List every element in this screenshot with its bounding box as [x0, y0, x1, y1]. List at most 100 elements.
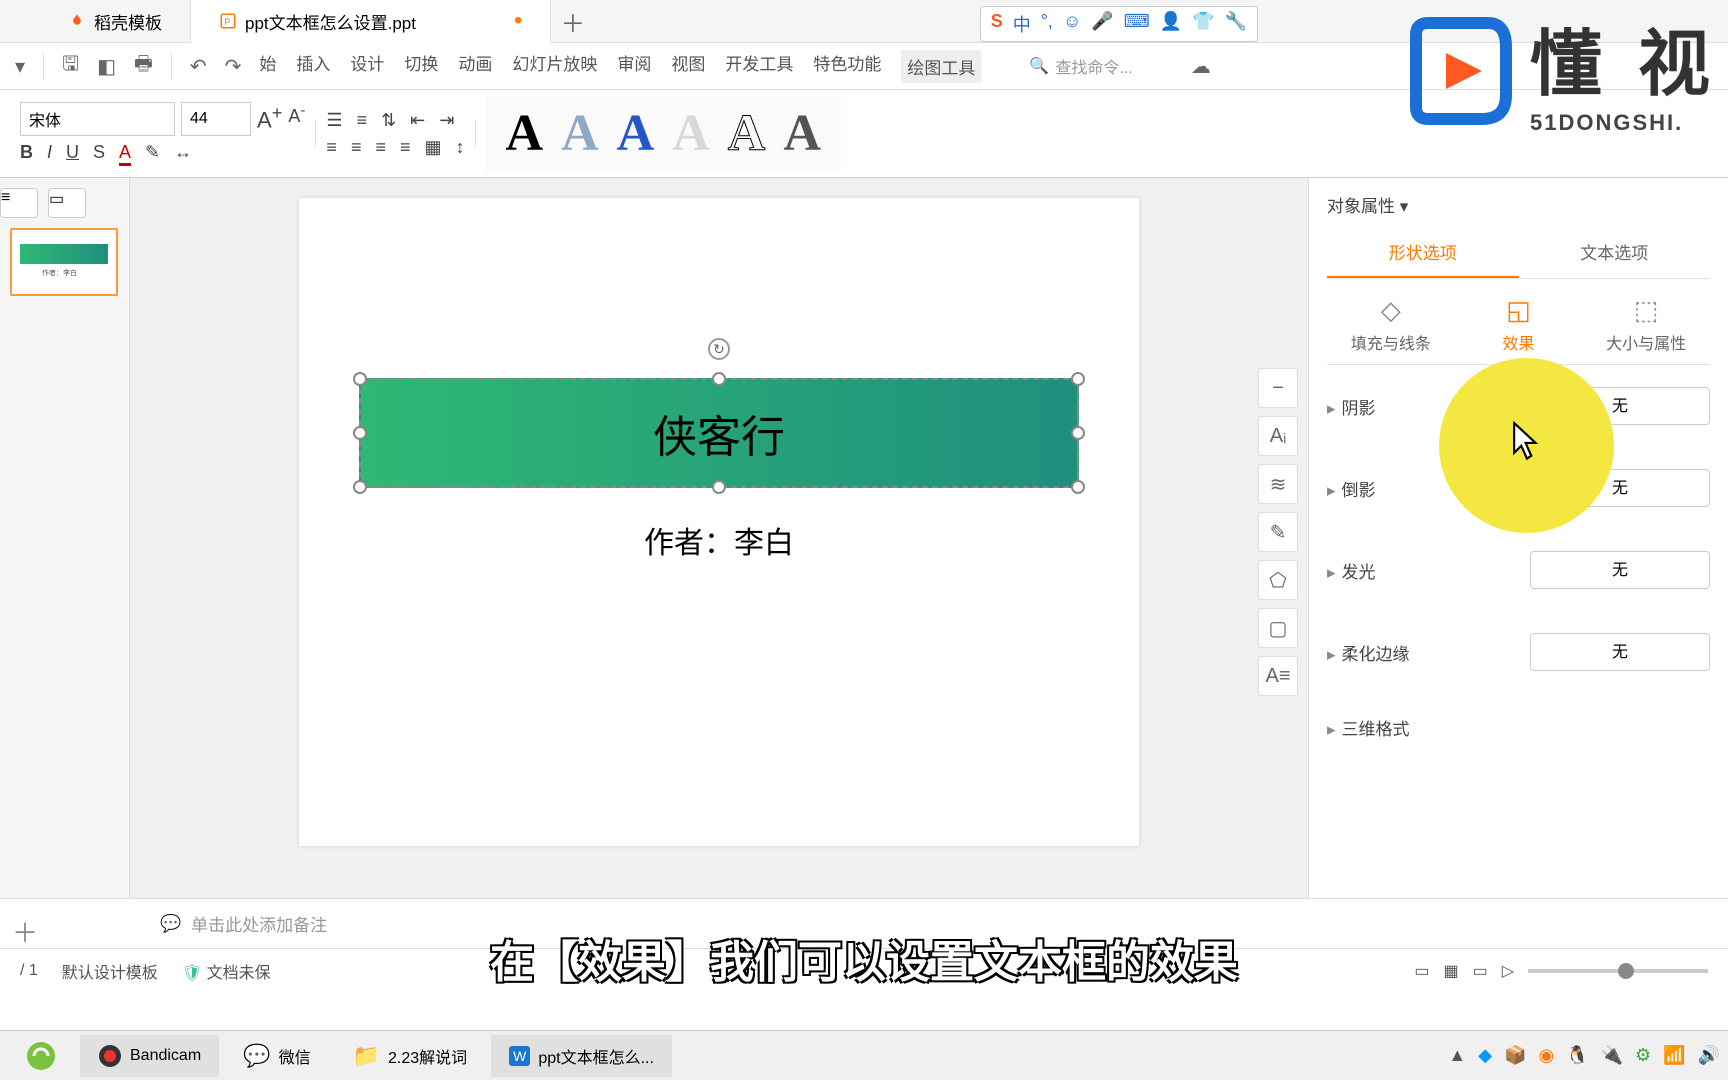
wordart-style-1[interactable]: A — [506, 104, 544, 163]
tray-up-icon[interactable]: ▲ — [1448, 1045, 1466, 1066]
wordart-style-5[interactable]: A — [728, 104, 766, 163]
eyedropper-button[interactable]: ✎ — [1258, 512, 1298, 552]
outline-view-button[interactable]: ≡ — [0, 188, 38, 218]
print-preview-icon[interactable]: ◧ — [97, 54, 116, 79]
menu-draw[interactable]: 绘图工具 — [901, 50, 981, 83]
resize-handle[interactable] — [353, 426, 367, 440]
ime-tool-icon[interactable]: 🔧 — [1225, 11, 1247, 37]
resize-handle[interactable] — [712, 480, 726, 494]
wordart-style-4[interactable]: A — [672, 104, 710, 163]
font-name-select[interactable] — [20, 102, 175, 136]
subtab-effect[interactable]: ◱效果 — [1455, 295, 1583, 354]
align-left-icon[interactable]: ≡ — [326, 137, 337, 158]
caret-icon[interactable]: ▸ — [1327, 645, 1336, 664]
wordart-style-2[interactable]: A — [561, 104, 599, 163]
zoom-out-button[interactable]: − — [1258, 368, 1298, 408]
align-right-icon[interactable]: ≡ — [375, 137, 386, 158]
columns-icon[interactable]: ▦ — [424, 137, 441, 158]
menu-dev[interactable]: 开发工具 — [725, 50, 793, 83]
caret-icon[interactable]: ▸ — [1327, 481, 1336, 500]
indent-right-icon[interactable]: ⇥ — [439, 110, 454, 131]
ime-keyboard-icon[interactable]: ⌨ — [1124, 11, 1150, 37]
wordart-style-6[interactable]: A — [783, 104, 821, 163]
subtab-size[interactable]: ⬚大小与属性 — [1582, 295, 1710, 354]
rotate-handle[interactable]: ↻ — [708, 338, 730, 360]
wordart-gallery[interactable]: A A A A A A — [486, 96, 841, 172]
tray-settings-icon[interactable]: ⚙ — [1635, 1045, 1651, 1066]
bullets-icon[interactable]: ☰ — [326, 110, 342, 131]
decrease-font-icon[interactable]: A- — [288, 102, 305, 136]
shape-button[interactable]: ⬠ — [1258, 560, 1298, 600]
ime-toolbar[interactable]: S 中 °, ☺ 🎤 ⌨ 👤 👕 🔧 — [980, 6, 1258, 42]
tray-app2-icon[interactable]: ◉ — [1538, 1045, 1554, 1066]
task-bandicam[interactable]: Bandicam — [80, 1035, 219, 1077]
resize-handle[interactable] — [353, 480, 367, 494]
layers-button[interactable]: ≋ — [1258, 464, 1298, 504]
slide-thumb-1[interactable]: 作者：李白 — [10, 228, 118, 296]
command-search[interactable]: 🔍 查找命令... — [1029, 54, 1132, 78]
tab-document[interactable]: P ppt文本框怎么设置.ppt • — [191, 0, 551, 43]
text-style-button[interactable]: A≡ — [1258, 656, 1298, 696]
spacing-button[interactable]: ↔ — [174, 142, 192, 166]
ime-skin-icon[interactable]: 👕 — [1192, 11, 1214, 37]
shadow-select[interactable]: 无 — [1530, 387, 1710, 425]
font-size-select[interactable] — [181, 102, 251, 136]
italic-button[interactable]: I — [47, 142, 52, 166]
highlight-button[interactable]: ✎ — [145, 142, 160, 166]
strike-button[interactable]: S — [93, 142, 105, 166]
ime-emoji-icon[interactable]: ☺ — [1063, 11, 1081, 37]
numbering-icon[interactable]: ≡ — [357, 110, 368, 131]
text-direction-icon[interactable]: ↕ — [456, 137, 465, 158]
tray-power-icon[interactable]: 🔌 — [1601, 1045, 1623, 1066]
ime-user-icon[interactable]: 👤 — [1160, 11, 1182, 37]
subtab-fill[interactable]: ◇填充与线条 — [1327, 295, 1455, 354]
ime-lang[interactable]: 中 — [1013, 11, 1031, 37]
caret-icon[interactable]: ▸ — [1327, 399, 1336, 418]
caret-icon[interactable]: ▸ — [1327, 563, 1336, 582]
ime-punct-icon[interactable]: °, — [1041, 11, 1053, 37]
task-wps[interactable]: Wppt文本框怎么... — [491, 1035, 672, 1077]
tray-box-icon[interactable]: 📦 — [1504, 1045, 1526, 1066]
tray-network-icon[interactable]: 📶 — [1663, 1045, 1685, 1066]
tab-templates[interactable]: 稻壳模板 — [40, 0, 191, 43]
tray-app-icon[interactable]: ◆ — [1478, 1045, 1492, 1066]
reflection-select[interactable]: 无 — [1530, 469, 1710, 507]
task-wechat[interactable]: 💬微信 — [225, 1035, 328, 1077]
print-icon[interactable]: 🖶 — [134, 49, 153, 83]
soft-select[interactable]: 无 — [1530, 633, 1710, 671]
line-spacing-icon[interactable]: ⇅ — [381, 110, 396, 131]
resize-handle[interactable] — [712, 372, 726, 386]
increase-font-icon[interactable]: A+ — [257, 102, 282, 136]
format-text-button[interactable]: Aᵢ — [1258, 416, 1298, 456]
redo-icon[interactable]: ↷ — [225, 54, 242, 79]
resize-handle[interactable] — [1071, 480, 1085, 494]
resize-handle[interactable] — [1071, 426, 1085, 440]
glow-select[interactable]: 无 — [1530, 551, 1710, 589]
align-justify-icon[interactable]: ≡ — [400, 137, 411, 158]
menu-special[interactable]: 特色功能 — [813, 50, 881, 83]
tab-shape-options[interactable]: 形状选项 — [1327, 227, 1519, 278]
menu-slideshow[interactable]: 幻灯片放映 — [512, 50, 597, 83]
ime-voice-icon[interactable]: 🎤 — [1091, 11, 1113, 37]
save-icon[interactable]: 🖫 — [62, 49, 79, 83]
cloud-icon[interactable]: ☁ — [1191, 54, 1211, 79]
caret-icon[interactable]: ▸ — [1327, 720, 1336, 739]
menu-view[interactable]: 视图 — [671, 50, 705, 83]
task-folder[interactable]: 📁2.23解说词 — [335, 1035, 486, 1077]
font-color-button[interactable]: A — [119, 142, 131, 166]
wordart-style-3[interactable]: A — [617, 104, 655, 163]
undo-icon[interactable]: ↶ — [190, 54, 207, 79]
align-center-icon[interactable]: ≡ — [351, 137, 362, 158]
tab-text-options[interactable]: 文本选项 — [1519, 227, 1711, 278]
frame-button[interactable]: ▢ — [1258, 608, 1298, 648]
indent-left-icon[interactable]: ⇤ — [410, 110, 425, 131]
resize-handle[interactable] — [353, 372, 367, 386]
tray-volume-icon[interactable]: 🔊 — [1698, 1045, 1720, 1066]
menu-review[interactable]: 审阅 — [617, 50, 651, 83]
title-textbox[interactable]: 侠客行 — [359, 378, 1079, 488]
menu-icon[interactable]: ▾ — [15, 54, 25, 79]
menu-design[interactable]: 设计 — [350, 50, 384, 83]
dropdown-icon[interactable]: ▾ — [1400, 197, 1409, 216]
slide[interactable]: ↻ 侠客行 作者：李白 — [299, 198, 1139, 846]
underline-button[interactable]: U — [66, 142, 79, 166]
